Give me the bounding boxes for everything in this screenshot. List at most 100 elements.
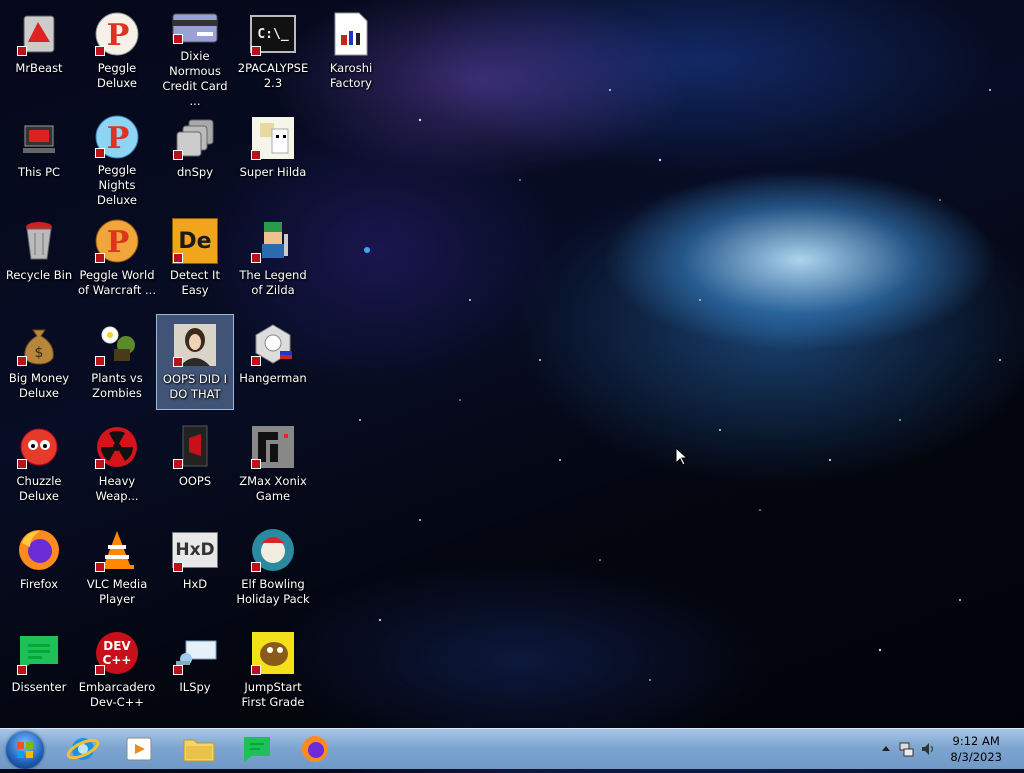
mrbeast-icon bbox=[15, 10, 63, 58]
show-hidden-icons-icon[interactable] bbox=[878, 741, 894, 757]
desktop-icon-label: Hangerman bbox=[239, 371, 307, 385]
desktop-icon-label: Dixie Normous Credit Card ... bbox=[162, 49, 228, 108]
shortcut-arrow-icon bbox=[95, 46, 105, 56]
desktop-icon-peggle-deluxe[interactable]: P Peggle Deluxe bbox=[78, 4, 156, 100]
internet-explorer-icon bbox=[66, 738, 100, 760]
desktop-icon-embarcadero-dev-cpp[interactable]: DEV C++ Embarcadero Dev-C++ bbox=[78, 623, 156, 719]
taskbar-internet-explorer[interactable] bbox=[60, 732, 106, 766]
console-glyph: C:\_ bbox=[257, 26, 289, 42]
desktop-icon-super-hilda[interactable]: Super Hilda bbox=[234, 108, 312, 204]
shortcut-arrow-icon bbox=[251, 562, 261, 572]
desktop-icon-dissenter[interactable]: Dissenter bbox=[0, 623, 78, 719]
desktop-icon-karoshi-factory[interactable]: Karoshi Factory bbox=[312, 4, 390, 100]
desktop-icon-label: The Legend of Zilda bbox=[239, 268, 307, 297]
desktop-icon-label: ZMax Xonix Game bbox=[239, 474, 307, 503]
this-pc-icon bbox=[15, 114, 63, 162]
volume-icon[interactable] bbox=[920, 741, 936, 757]
super-hilda-icon bbox=[249, 114, 297, 162]
radiation-icon bbox=[93, 423, 141, 471]
document-icon bbox=[327, 10, 375, 58]
desktop-icon-dnspy[interactable]: dnSpy bbox=[156, 108, 234, 204]
dev-cpp-icon: DEV C++ bbox=[93, 629, 141, 677]
desktop-icon-label: Karoshi Factory bbox=[329, 61, 373, 90]
desktop-icon-this-pc[interactable]: This PC bbox=[0, 108, 78, 204]
clock-time: 9:12 AM bbox=[952, 734, 1000, 748]
desktop-icon-zmax-xonix-game[interactable]: ZMax Xonix Game bbox=[234, 417, 312, 513]
desktop-icon-label: ILSpy bbox=[179, 680, 211, 694]
taskbar-firefox[interactable] bbox=[292, 732, 338, 766]
desktop-icon-detect-it-easy[interactable]: De Detect It Easy bbox=[156, 211, 234, 307]
desktop-icon-label: JumpStart First Grade bbox=[241, 680, 305, 709]
peggle-wow-icon: P bbox=[93, 217, 141, 265]
desktop-icon-elf-bowling[interactable]: Elf Bowling Holiday Pack bbox=[234, 520, 312, 616]
desktop-icon-peggle-nights-deluxe[interactable]: P Peggle Nights Deluxe bbox=[78, 108, 156, 207]
clock[interactable]: 9:12 AM 8/3/2023 bbox=[950, 733, 1002, 765]
firefox-icon bbox=[15, 526, 63, 574]
dissenter-icon bbox=[244, 737, 270, 762]
desktop-icon-label: Big Money Deluxe bbox=[8, 371, 70, 400]
recycle-bin-icon bbox=[15, 217, 63, 265]
desktop-icon-label: dnSpy bbox=[177, 165, 213, 179]
taskbar-media-player[interactable] bbox=[116, 732, 162, 766]
shortcut-arrow-icon bbox=[251, 459, 261, 469]
desktop-icon-label: Heavy Weap... bbox=[95, 474, 139, 503]
desktop-icon-legend-of-zilda[interactable]: The Legend of Zilda bbox=[234, 211, 312, 307]
desktop-icon-dixie-normous-credit-card[interactable]: Dixie Normous Credit Card ... bbox=[156, 4, 234, 108]
vlc-cone-icon bbox=[93, 526, 141, 574]
shortcut-arrow-icon bbox=[17, 665, 27, 675]
desktop[interactable]: MrBeast This PC Recycle Bin $ Big Money … bbox=[0, 0, 1024, 728]
desktop-icon-peggle-world-of-warcraft[interactable]: P Peggle World of Warcraft ... bbox=[78, 211, 156, 307]
desktop-icon-label: Peggle World of Warcraft ... bbox=[78, 268, 156, 297]
peggle-nights-icon: P bbox=[93, 114, 141, 160]
desktop-icon-jumpstart-first-grade[interactable]: JumpStart First Grade bbox=[234, 623, 312, 719]
shortcut-arrow-icon bbox=[17, 459, 27, 469]
zilda-character-icon bbox=[249, 217, 297, 265]
start-button[interactable] bbox=[6, 731, 44, 769]
mouse-cursor-icon bbox=[675, 447, 689, 466]
desktop-icon-mrbeast[interactable]: MrBeast bbox=[0, 4, 78, 100]
shortcut-arrow-icon bbox=[251, 150, 261, 160]
shortcut-arrow-icon bbox=[95, 356, 105, 366]
desktop-icon-label: Embarcadero Dev-C++ bbox=[78, 680, 156, 709]
shortcut-arrow-icon bbox=[17, 46, 27, 56]
desktop-icon-label: This PC bbox=[17, 165, 61, 179]
network-icon[interactable] bbox=[898, 741, 914, 757]
desktop-icon-oops[interactable]: OOPS bbox=[156, 417, 234, 513]
desktop-icon-big-money-deluxe[interactable]: $ Big Money Deluxe bbox=[0, 314, 78, 410]
shortcut-arrow-icon bbox=[173, 459, 183, 469]
desktop-icon-label: Recycle Bin bbox=[5, 268, 73, 282]
desktop-icon-oops-did-i-do-that[interactable]: OOPS DID I DO THAT bbox=[156, 314, 234, 410]
shortcut-arrow-icon bbox=[17, 356, 27, 366]
dissenter-icon bbox=[15, 629, 63, 677]
shortcut-arrow-icon bbox=[173, 34, 183, 44]
dnspy-icon bbox=[171, 114, 219, 162]
folder-icon bbox=[183, 739, 215, 762]
desktop-icon-label: Chuzzle Deluxe bbox=[16, 474, 62, 503]
shortcut-arrow-icon bbox=[95, 253, 105, 263]
desktop-icon-chuzzle-deluxe[interactable]: Chuzzle Deluxe bbox=[0, 417, 78, 513]
desktop-icon-vlc-media-player[interactable]: VLC Media Player bbox=[78, 520, 156, 616]
desktop-icon-hxd[interactable]: HxD HxD bbox=[156, 520, 234, 616]
desktop-icon-firefox[interactable]: Firefox bbox=[0, 520, 78, 616]
shortcut-arrow-icon bbox=[173, 253, 183, 263]
plants-vs-zombies-icon bbox=[93, 320, 141, 368]
elf-bowling-icon bbox=[249, 526, 297, 574]
desktop-icon-ilspy[interactable]: ILSpy bbox=[156, 623, 234, 719]
desktop-icon-2pacalypse[interactable]: C:\_ 2PACALYPSE 2.3 bbox=[234, 4, 312, 100]
desktop-icon-label: OOPS DID I DO THAT bbox=[162, 372, 228, 401]
desktop-icon-recycle-bin[interactable]: Recycle Bin bbox=[0, 211, 78, 307]
shortcut-arrow-icon bbox=[95, 665, 105, 675]
firefox-icon bbox=[302, 736, 328, 762]
taskbar-dissenter[interactable] bbox=[234, 732, 280, 766]
media-player-icon bbox=[126, 737, 152, 761]
detect-it-easy-icon: De bbox=[171, 217, 219, 265]
taskbar-file-explorer[interactable] bbox=[176, 732, 222, 766]
desktop-icon-label: Detect It Easy bbox=[170, 268, 220, 297]
desktop-icon-label: Dissenter bbox=[11, 680, 67, 694]
desktop-icon-hangerman[interactable]: Hangerman bbox=[234, 314, 312, 410]
desktop-icon-label: HxD bbox=[182, 577, 208, 591]
chuzzle-icon bbox=[15, 423, 63, 471]
desktop-icon-heavy-weapon[interactable]: Heavy Weap... bbox=[78, 417, 156, 513]
desktop-icon-plants-vs-zombies[interactable]: Plants vs Zombies bbox=[78, 314, 156, 410]
shortcut-arrow-icon bbox=[251, 665, 261, 675]
